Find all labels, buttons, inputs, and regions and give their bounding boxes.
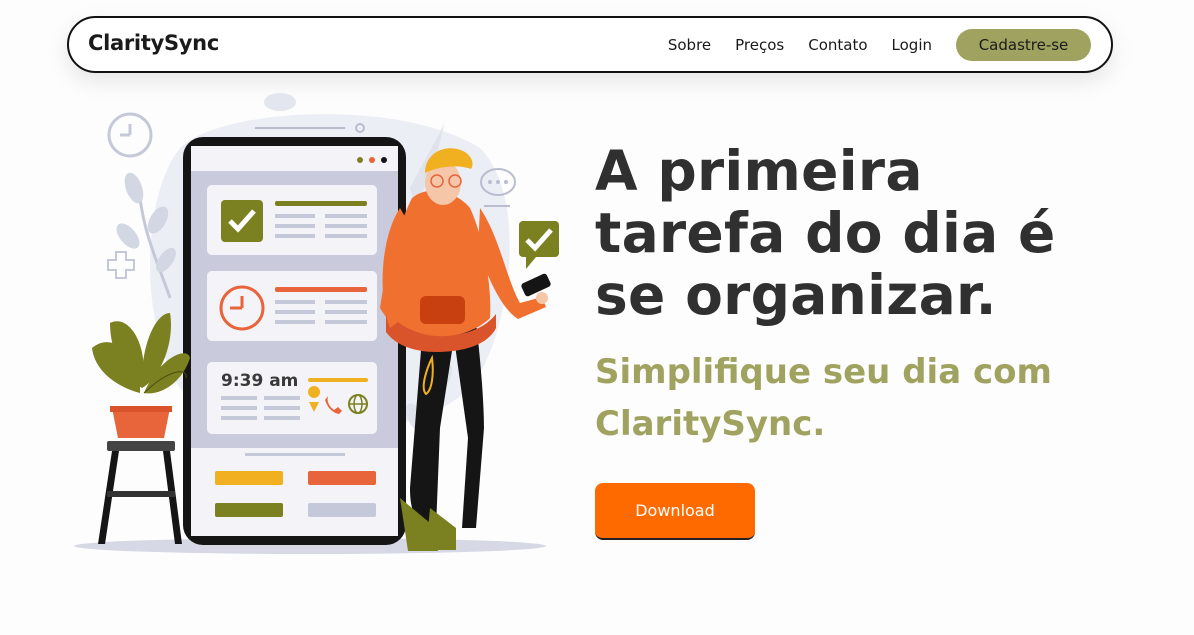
signup-button[interactable]: Cadastre-se	[956, 29, 1091, 61]
nav-link-sobre[interactable]: Sobre	[668, 36, 711, 54]
brand-logo[interactable]: ClaritySync	[88, 31, 219, 55]
navbar: ClaritySync Sobre Preços Contato Login C…	[67, 16, 1113, 73]
stool	[98, 441, 182, 544]
nav-links: Sobre Preços Contato Login Cadastre-se	[668, 29, 1091, 61]
hero-illustration: 9:39 am	[74, 93, 559, 554]
phone-mockup: 9:39 am	[183, 137, 406, 545]
download-button[interactable]: Download	[595, 483, 755, 540]
plus-icon	[107, 251, 135, 279]
wall-clock-icon	[107, 112, 153, 158]
cloud-shape	[264, 93, 296, 111]
check-bubble-icon	[519, 221, 559, 269]
phone-time-label: 9:39 am	[221, 371, 298, 391]
nav-link-precos[interactable]: Preços	[735, 36, 784, 54]
hero-headline: A primeira tarefa do dia é se organizar.	[595, 139, 1056, 327]
hero-subheadline: Simplifique seu dia com ClaritySync.	[595, 352, 1052, 444]
nav-link-contato[interactable]: Contato	[808, 36, 867, 54]
nav-link-login[interactable]: Login	[892, 36, 932, 54]
